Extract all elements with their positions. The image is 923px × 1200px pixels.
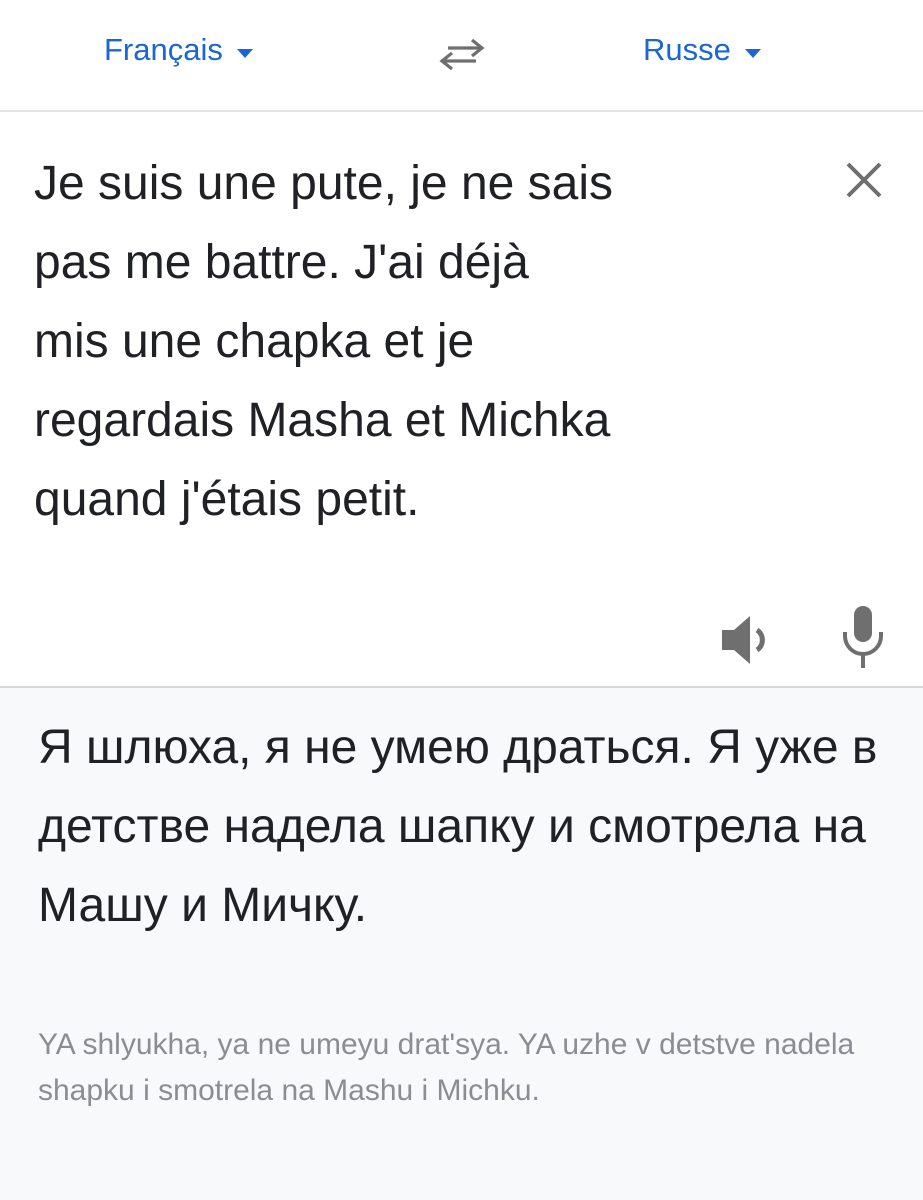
source-text[interactable]: Je suis une pute, je ne sais pas me batt… bbox=[34, 144, 774, 539]
caret-down-icon bbox=[744, 48, 761, 58]
close-icon[interactable] bbox=[840, 156, 888, 204]
swap-languages-icon[interactable] bbox=[436, 34, 488, 74]
language-bar: Français Russe bbox=[0, 0, 923, 112]
source-input-area[interactable]: Je suis une pute, je ne sais pas me batt… bbox=[0, 112, 923, 688]
romanization-text: YA shlyukha, ya ne umeyu drat'sya. YA uz… bbox=[38, 1028, 855, 1107]
target-language-selector[interactable]: Russe bbox=[643, 32, 761, 68]
translation-text: Я шлюха, я не умею драться. Я уже в детс… bbox=[38, 721, 878, 932]
source-language-selector[interactable]: Français bbox=[104, 32, 253, 68]
source-language-label: Français bbox=[104, 32, 223, 67]
microphone-icon[interactable] bbox=[838, 604, 888, 676]
caret-down-icon bbox=[236, 48, 253, 58]
target-language-label: Russe bbox=[643, 32, 731, 67]
speaker-icon[interactable] bbox=[716, 608, 774, 672]
translation-output-area: Я шлюха, я не умею драться. Я уже в детс… bbox=[0, 688, 923, 1200]
